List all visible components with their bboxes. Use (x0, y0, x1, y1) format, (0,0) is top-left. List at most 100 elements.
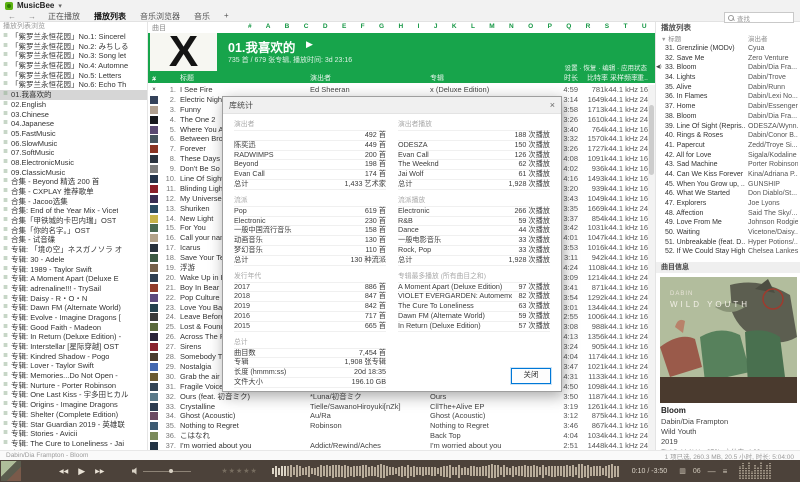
sidebar-item[interactable]: ≣03.Chinese (0, 110, 147, 120)
sidebar-item[interactable]: ≣专辑: 1989 - Taylor Swift (0, 265, 147, 275)
queue-item[interactable]: 43. Sad MachinePorter Robinson (656, 160, 800, 170)
close-icon[interactable]: × (550, 100, 555, 110)
track-row[interactable]: 34.Ghost (Acoustic)Au/RaGhost (Acoustic)… (148, 411, 648, 421)
tab-正在播放[interactable]: 正在播放 (48, 11, 80, 22)
waveform-seekbar[interactable] (272, 462, 622, 480)
sidebar-item[interactable]: ≣01.我喜欢的 (0, 90, 147, 100)
track-list-column-headers[interactable]: # ▲ 标题 演出者 专辑 时长 比特率 采样频率 重.. (148, 70, 655, 83)
sidebar-item[interactable]: ≣「紫罗兰永恒花园」No.4: Automne (0, 61, 147, 71)
sidebar-item[interactable]: ≣合集 - Beyond 精选 200 首 (0, 177, 147, 187)
tab-+[interactable]: + (224, 11, 229, 22)
queue-item[interactable]: 50. WaitingVicetone/Daisy... (656, 228, 800, 238)
sidebar-item[interactable]: ≣07.SoftMusic (0, 148, 147, 158)
sidebar-item[interactable]: ≣「紫罗兰永恒花园」No.5: Letters (0, 71, 147, 81)
playlist-cover-art[interactable]: X (150, 33, 217, 71)
equalizer-icon[interactable]: ▥ (679, 467, 686, 475)
sidebar-item[interactable]: ≣专辑: Stories - Avicii (0, 429, 147, 439)
sidebar-item[interactable]: ≣专辑: A Moment Apart (Deluxe E (0, 274, 147, 284)
minimize-player-icon[interactable]: — (708, 467, 716, 476)
sidebar-item[interactable]: ≣合集「你的名字。」OST (0, 226, 147, 236)
sidebar-item[interactable]: ≣专辑: Good Faith - Madeon (0, 323, 147, 333)
dialog-titlebar[interactable]: 库统计 × (223, 97, 561, 114)
track-row[interactable]: 35.Nothing to RegretRobinsonNothing to R… (148, 421, 648, 431)
sidebar-item[interactable]: ≣专辑: Lover - Taylor Swift (0, 361, 147, 371)
sidebar-item[interactable]: ≣合集 - CXPLAY 推荐歌单 (0, 187, 147, 197)
sidebar-item[interactable]: ≣合集「甲铁城的卡巴内瑞」OST (0, 216, 147, 226)
queue-item[interactable]: 41. PapercutZedd/Troye Si... (656, 141, 800, 151)
sidebar-item[interactable]: ≣「紫罗兰永恒花园」No.1: Sincerel (0, 32, 147, 42)
queue-item[interactable]: 47. ExplorersJoe Lyons (656, 199, 800, 209)
album-art[interactable]: DABIN WILD YOUTH (660, 277, 797, 403)
sidebar-item[interactable]: ≣专辑: The Cure to Loneliness - Jai (0, 439, 147, 449)
queue-item[interactable]: 48. AffectionSaid The Sky/... (656, 209, 800, 219)
forward-button[interactable]: → (28, 12, 36, 21)
sidebar-item[interactable]: ≣专辑: Origins - Imagine Dragons (0, 400, 147, 410)
sidebar-item[interactable]: ≣专辑: Daisy - R・O・N (0, 294, 147, 304)
queue-item[interactable]: 42. All for LoveSigala/Kodaline (656, 151, 800, 161)
sidebar-item[interactable]: ≣「紫罗兰永恒花园」No.6: Echo Th (0, 80, 147, 90)
queue-item[interactable]: 51. Unbreakable (feat. D...Hyper Potions… (656, 238, 800, 248)
queue-item[interactable]: 40. Rings & RosesDabin/Conor B... (656, 131, 800, 141)
next-button[interactable]: ▶▶ (95, 468, 104, 475)
queue-column-headers[interactable]: ▼ 标题 演出者 (656, 33, 800, 43)
sidebar-item[interactable]: ≣04.Japanese (0, 119, 147, 129)
player-menu-icon[interactable]: ≡ (723, 467, 728, 476)
volume-slider[interactable] (143, 471, 191, 472)
sidebar-item[interactable]: ≣「紫罗兰永恒花园」No.2: みちしる (0, 42, 147, 52)
sidebar-item[interactable]: ≣专辑: Shelter (Complete Edition) (0, 410, 147, 420)
sidebar-item[interactable]: ≣「紫罗兰永恒花园」No.3: Song let (0, 51, 147, 61)
sidebar-item[interactable]: ≣专辑: Kindred Shadow - Pogo (0, 352, 147, 362)
sidebar-item[interactable]: ≣专辑: Evolve - Imagine Dragons [ (0, 313, 147, 323)
queue-item[interactable]: 38. BloomDabin/Dia Fra... (656, 112, 800, 122)
tab-音乐浏览器[interactable]: 音乐浏览器 (140, 11, 180, 22)
sidebar-item[interactable]: ≣合集 - Jacoo选集 (0, 197, 147, 207)
alphabet-jump-bar[interactable]: # A B C D E F G H I J K L M N O P Q R S … (248, 23, 655, 30)
sidebar-item[interactable]: ≣合集 - 试音碟 (0, 235, 147, 245)
track-row[interactable]: 32.Ours (feat. 初音ミク)*Luna/初音ミクOurs3:5011… (148, 392, 648, 402)
sidebar-item[interactable]: ≣专辑: Nurture - Porter Robinson (0, 381, 147, 391)
play-button[interactable]: ▶ (78, 466, 85, 477)
track-row[interactable]: 33.CrystallineTielle/SawanoHiroyuki[nZk]… (148, 402, 648, 412)
sidebar-item[interactable]: ≣09.ClassicMusic (0, 168, 147, 178)
sidebar-item[interactable]: ≣专辑: In Return (Deluxe Edition) - (0, 332, 147, 342)
track-row[interactable]: 36.こはなれBack Top4:041034k44.1 kHz24 (148, 431, 648, 441)
sidebar-item[interactable]: ≣专辑: 30 - Adele (0, 255, 147, 265)
volume-slider-handle[interactable] (169, 469, 173, 473)
player-album-thumb[interactable] (1, 461, 21, 481)
sidebar-item[interactable]: ≣专辑: 「境の空」ネスガノソラ オ (0, 245, 147, 255)
tab-音乐[interactable]: 音乐 (194, 11, 210, 22)
previous-button[interactable]: ◀◀ (59, 468, 68, 475)
queue-item[interactable]: 45. When You Grow up, ...GUNSHIP (656, 180, 800, 190)
sidebar-item[interactable]: ≣专辑: Memories...Do Not Open - (0, 371, 147, 381)
sidebar-item[interactable]: ≣专辑: One Last Kiss - 宇多田ヒカル (0, 390, 147, 400)
sidebar-item[interactable]: ≣专辑: Dawn FM (Alternate World) (0, 303, 147, 313)
sidebar-item[interactable]: ≣专辑: Star Guardian 2019 - 英雄联 (0, 420, 147, 430)
sidebar-item[interactable]: ≣专辑: Interstellar [星际穿越] OST (0, 342, 147, 352)
sidebar-item[interactable]: ≣专辑: adrenaline!!! - TrySail (0, 284, 147, 294)
queue-item[interactable]: 52. If We Could Stay HighChelsea Lankes.… (656, 247, 800, 257)
sidebar-item[interactable]: ≣合集: End of the Year Mix - Vicet (0, 206, 147, 216)
sidebar-item[interactable]: ≣02.English (0, 100, 147, 110)
tab-播放列表[interactable]: 播放列表 (94, 11, 126, 22)
scrollbar-thumb[interactable] (649, 105, 654, 175)
rating-stars[interactable]: ★★★★★ (221, 467, 257, 475)
queue-item[interactable]: 31. Grenzlinie (MODv)Cyua (656, 44, 800, 54)
queue-item[interactable]: 36. In FlamesDabin/Lexi No... (656, 92, 800, 102)
sidebar-item[interactable]: ≣08.ElectronicMusic (0, 158, 147, 168)
queue-item[interactable]: 49. Love From MeJohnson Rodgie (656, 218, 800, 228)
track-row[interactable]: ×1.I See FireEd Sheeranx (Deluxe Edition… (148, 85, 648, 95)
queue-count-badge[interactable]: 06 (693, 468, 701, 475)
app-menu-caret-icon[interactable]: ▾ (58, 2, 62, 10)
play-playlist-button[interactable]: ▶ (306, 39, 313, 50)
close-button[interactable]: 关闭 (511, 368, 551, 384)
sidebar-item[interactable]: ≣05.FastMusic (0, 129, 147, 139)
back-button[interactable]: ← (8, 12, 16, 21)
queue-item[interactable]: 39. Line Of Sight (Repris...ODESZA/Wynn.… (656, 122, 800, 132)
queue-item[interactable]: 44. Can We Kiss ForeverKina/Adriana P... (656, 170, 800, 180)
queue-item[interactable]: ◀)33. BloomDabin/Dia Fra... (656, 63, 800, 73)
queue-item[interactable]: 35. AliveDabin/Runn (656, 83, 800, 93)
queue-item[interactable]: 32. Save MeZero Venture (656, 54, 800, 64)
queue-item[interactable]: 46. What We StartedDon Diablo/St... (656, 189, 800, 199)
volume-control[interactable] (132, 467, 191, 475)
track-list-scrollbar[interactable] (648, 85, 655, 450)
